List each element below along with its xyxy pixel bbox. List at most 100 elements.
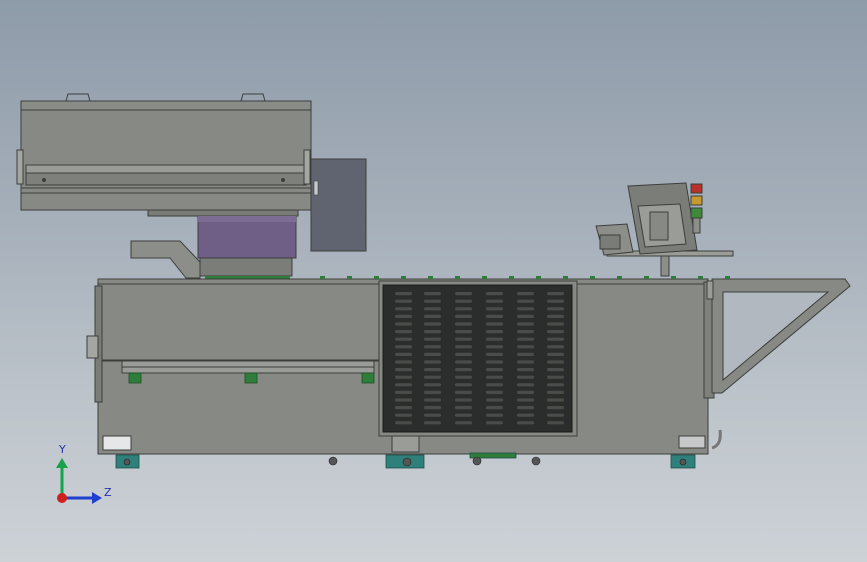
- vent-slot: [424, 368, 441, 372]
- vent-slot: [547, 352, 564, 356]
- rail-marker: [590, 276, 595, 279]
- vent-slot: [424, 345, 441, 349]
- vent-slot: [424, 292, 441, 296]
- vent-slot: [517, 307, 534, 311]
- vent-slot: [547, 375, 564, 379]
- vent-slot: [395, 299, 412, 303]
- vent-slot: [455, 330, 472, 334]
- vent-slot: [395, 421, 412, 425]
- vent-slot: [424, 330, 441, 334]
- vent-slot: [486, 368, 503, 372]
- vent-slot: [395, 337, 412, 341]
- vent-slot: [486, 398, 503, 402]
- vent-slot: [486, 390, 503, 394]
- vent-slot: [517, 314, 534, 318]
- vent-slot: [424, 299, 441, 303]
- vent-slot: [517, 413, 534, 417]
- vent-slot: [395, 406, 412, 410]
- vent-slot: [455, 322, 472, 326]
- vent-slot: [424, 406, 441, 410]
- vent-slot: [424, 337, 441, 341]
- vent-panel: [378, 280, 578, 437]
- vent-slot: [486, 322, 503, 326]
- rail-marker: [509, 276, 514, 279]
- feed-chute: [130, 240, 201, 279]
- vent-slot: [517, 337, 534, 341]
- cad-viewport[interactable]: Y Z: [0, 0, 867, 562]
- vent-slot: [395, 368, 412, 372]
- vent-slot: [455, 314, 472, 318]
- vent-slot: [455, 398, 472, 402]
- vent-slot: [455, 345, 472, 349]
- rail-marker: [482, 276, 487, 279]
- vent-slot: [395, 390, 412, 394]
- vent-slot: [424, 390, 441, 394]
- casters: [123, 456, 687, 467]
- vent-slot: [455, 299, 472, 303]
- vent-slot: [517, 330, 534, 334]
- vent-slot: [547, 292, 564, 296]
- side-frame: [706, 278, 851, 450]
- vent-slot: [486, 406, 503, 410]
- z-axis-label: Z: [104, 486, 112, 499]
- vent-slot: [547, 322, 564, 326]
- vent-slot: [455, 390, 472, 394]
- vent-slot: [517, 360, 534, 364]
- vent-slot: [486, 352, 503, 356]
- rail-marker: [563, 276, 568, 279]
- vent-slot: [395, 292, 412, 296]
- rail-marker: [644, 276, 649, 279]
- vent-slot: [424, 398, 441, 402]
- machine-side-view: [16, 93, 851, 504]
- vent-slot: [455, 307, 472, 311]
- vent-slot: [486, 337, 503, 341]
- vent-slot: [547, 330, 564, 334]
- vent-slot: [395, 345, 412, 349]
- vent-slot: [486, 421, 503, 425]
- vent-slot: [395, 330, 412, 334]
- rail-marker: [401, 276, 406, 279]
- vent-slot: [395, 383, 412, 387]
- vent-slot: [486, 330, 503, 334]
- vent-slot: [424, 322, 441, 326]
- vent-slot: [455, 421, 472, 425]
- vent-slot: [395, 322, 412, 326]
- vent-slot: [486, 413, 503, 417]
- vent-slot: [547, 413, 564, 417]
- vent-slot: [395, 360, 412, 364]
- vent-slot: [395, 375, 412, 379]
- vent-slot: [455, 337, 472, 341]
- vent-slot: [547, 406, 564, 410]
- vent-slot: [517, 345, 534, 349]
- vent-slot: [455, 375, 472, 379]
- vent-slot: [547, 307, 564, 311]
- axis-triad: [56, 458, 102, 504]
- vent-slot: [486, 345, 503, 349]
- vent-slot: [517, 398, 534, 402]
- vent-slot: [424, 307, 441, 311]
- vent-slot: [395, 314, 412, 318]
- vent-slot: [455, 352, 472, 356]
- rail-marker: [671, 276, 676, 279]
- vent-slot: [517, 406, 534, 410]
- top-hood: [16, 93, 312, 217]
- vent-slot: [517, 352, 534, 356]
- vent-slot: [486, 292, 503, 296]
- vent-slot: [455, 413, 472, 417]
- vent-slot: [424, 375, 441, 379]
- electrical-cabinet: [310, 158, 367, 252]
- vent-slot: [517, 421, 534, 425]
- rail-marker: [617, 276, 622, 279]
- operator-station: [595, 182, 734, 277]
- rail-marker: [374, 276, 379, 279]
- rail-marker: [455, 276, 460, 279]
- vent-slot: [424, 314, 441, 318]
- vent-slot: [547, 360, 564, 364]
- rail-marker: [725, 276, 730, 279]
- vent-slot: [517, 368, 534, 372]
- vent-slot: [395, 307, 412, 311]
- vent-slot: [395, 398, 412, 402]
- vent-slot: [486, 375, 503, 379]
- vent-slot: [455, 383, 472, 387]
- vent-slot: [547, 421, 564, 425]
